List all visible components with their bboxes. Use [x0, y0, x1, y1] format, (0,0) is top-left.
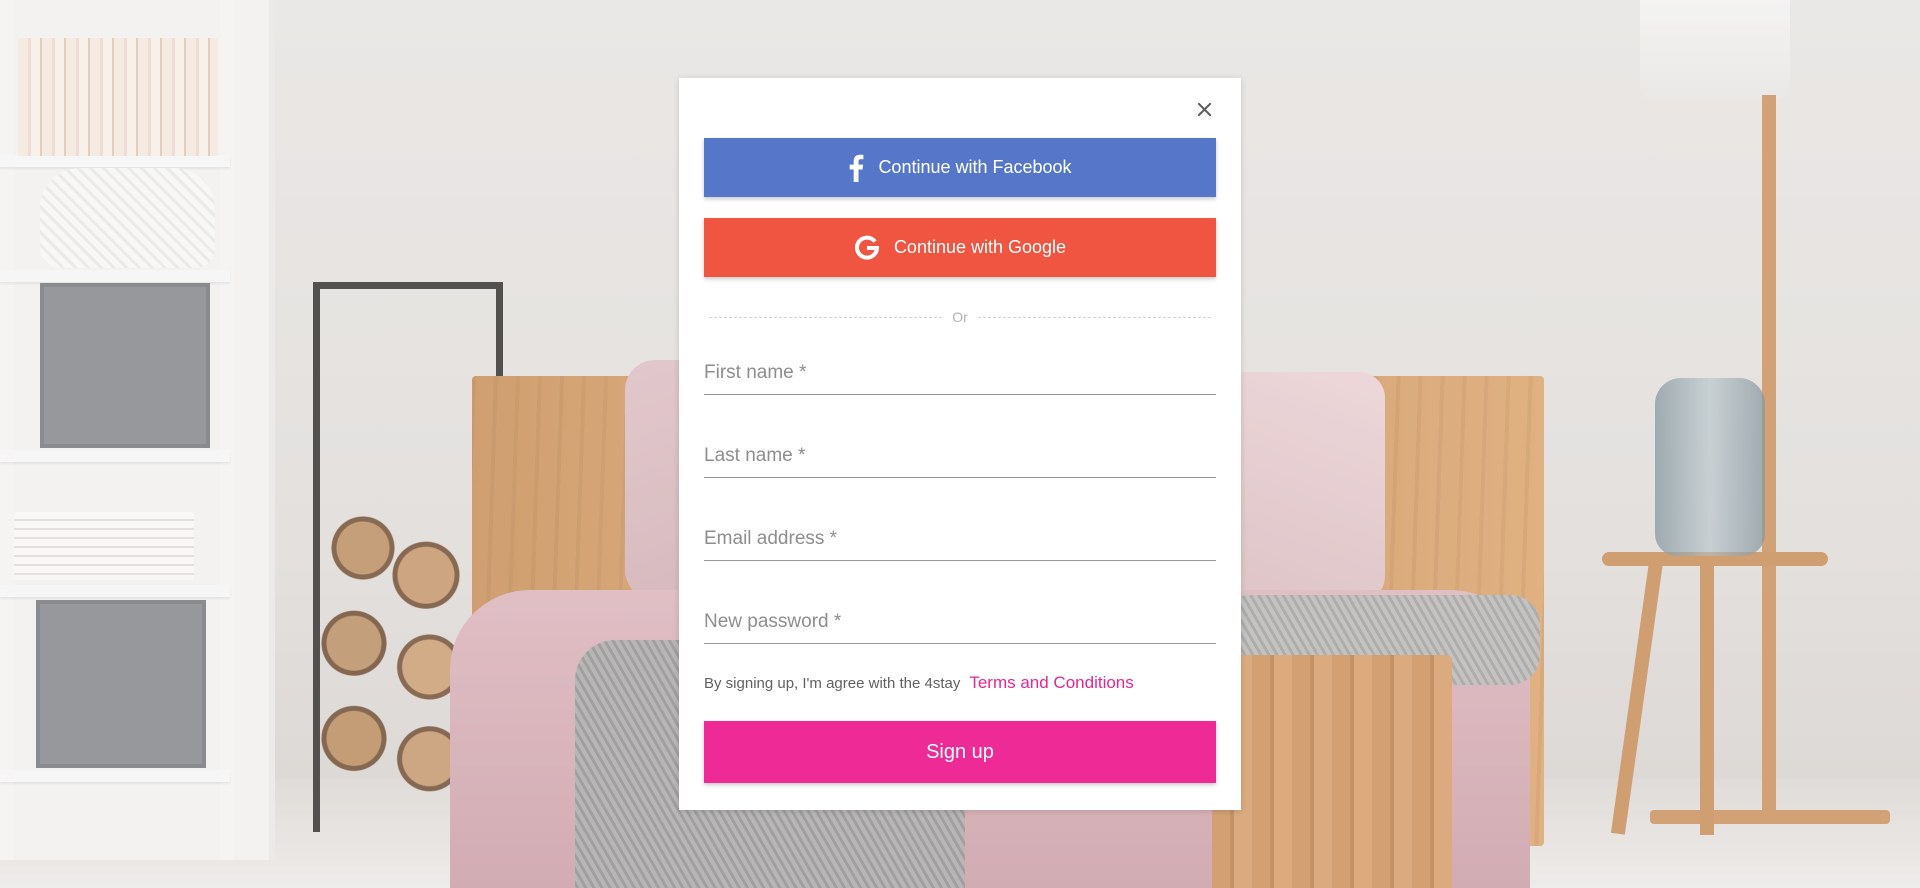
sign-up-label: Sign up	[926, 740, 994, 763]
new-password-input[interactable]	[704, 600, 1216, 643]
or-divider: Or	[709, 307, 1211, 327]
google-icon	[854, 235, 880, 261]
terms-row: By signing up, I'm agree with the 4stay …	[704, 672, 1134, 694]
continue-with-google-button[interactable]: Continue with Google	[704, 218, 1216, 277]
email-field	[704, 517, 1216, 561]
divider-line	[709, 316, 943, 318]
or-label: Or	[952, 309, 968, 325]
terms-and-conditions-link[interactable]: Terms and Conditions	[969, 673, 1133, 693]
divider-line	[977, 316, 1211, 318]
signup-modal: Continue with Facebook Continue with Goo…	[679, 78, 1241, 810]
email-input[interactable]	[704, 517, 1216, 560]
continue-with-facebook-button[interactable]: Continue with Facebook	[704, 138, 1216, 197]
continue-with-facebook-label: Continue with Facebook	[878, 157, 1072, 177]
close-icon	[1197, 102, 1211, 116]
continue-with-google-label: Continue with Google	[893, 237, 1067, 257]
close-button[interactable]	[1189, 94, 1219, 124]
sign-up-button[interactable]: Sign up	[704, 721, 1216, 783]
password-field	[704, 600, 1216, 644]
last-name-input[interactable]	[704, 434, 1216, 477]
terms-text: By signing up, I'm agree with the 4stay	[704, 674, 961, 692]
first-name-field	[704, 351, 1216, 395]
last-name-field	[704, 434, 1216, 478]
first-name-input[interactable]	[704, 351, 1216, 394]
facebook-icon	[848, 154, 864, 182]
